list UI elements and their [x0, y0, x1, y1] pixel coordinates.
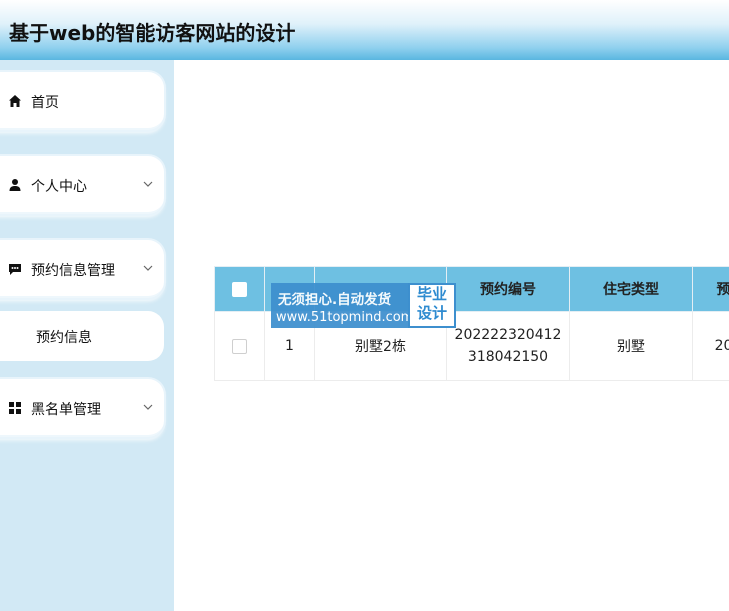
- watermark-banner: 无须担心.自动发货 www.51topmind.com: [271, 283, 413, 328]
- user-icon: [9, 179, 21, 191]
- watermark-slogan: 无须担心.自动发货: [278, 292, 392, 308]
- home-icon: [9, 95, 21, 107]
- sidebar-subitem-label: 预约信息: [36, 330, 92, 346]
- chevron-down-icon: [143, 181, 153, 187]
- sidebar-item-booking-management[interactable]: 预约信息管理: [0, 240, 164, 298]
- sidebar-item-label: 个人中心: [31, 179, 87, 195]
- app-title: 基于web的智能访客网站的设计: [9, 21, 296, 45]
- sidebar-item-label: 首页: [31, 95, 59, 111]
- row-house-type: 别墅: [569, 311, 693, 381]
- column-header-house-type: 住宅类型: [569, 266, 693, 312]
- select-all-checkbox[interactable]: [232, 281, 247, 297]
- watermark-badge: 毕业 设计: [408, 283, 456, 328]
- grid-icon: [9, 402, 21, 414]
- watermark-badge-line2: 设计: [416, 304, 447, 322]
- app-header: 基于web的智能访客网站的设计: [0, 0, 729, 60]
- sidebar-item-blacklist[interactable]: 黑名单管理: [0, 379, 164, 437]
- watermark-url: www.51topmind.com: [276, 310, 414, 325]
- booking-no-line2: 318042150: [467, 349, 549, 365]
- booking-no-line1: 202222320412: [454, 327, 562, 343]
- sidebar-item-home[interactable]: 首页: [0, 72, 164, 130]
- sidebar-item-profile[interactable]: 个人中心: [0, 156, 164, 214]
- row-next: 20: [692, 311, 729, 381]
- sidebar-subitem-booking-info[interactable]: 预约信息: [0, 311, 164, 361]
- select-all-header[interactable]: [214, 266, 265, 312]
- sidebar-item-label: 预约信息管理: [31, 263, 115, 279]
- row-checkbox[interactable]: [232, 338, 247, 354]
- watermark-overlay: 无须担心.自动发货 www.51topmind.com 毕业 设计: [271, 283, 456, 328]
- chevron-down-icon: [143, 404, 153, 410]
- sidebar: 首页 个人中心 预约信息管理 预约信息 黑名单管理: [0, 60, 174, 611]
- message-icon: [9, 264, 21, 275]
- column-header-next: 预: [692, 266, 729, 312]
- chevron-down-icon: [143, 265, 153, 271]
- row-booking-no: 202222320412 318042150: [446, 311, 570, 381]
- row-select-cell[interactable]: [214, 311, 265, 381]
- watermark-badge-line1: 毕业: [416, 285, 447, 303]
- sidebar-item-label: 黑名单管理: [31, 402, 101, 418]
- column-header-booking-no: 预约编号: [446, 266, 570, 312]
